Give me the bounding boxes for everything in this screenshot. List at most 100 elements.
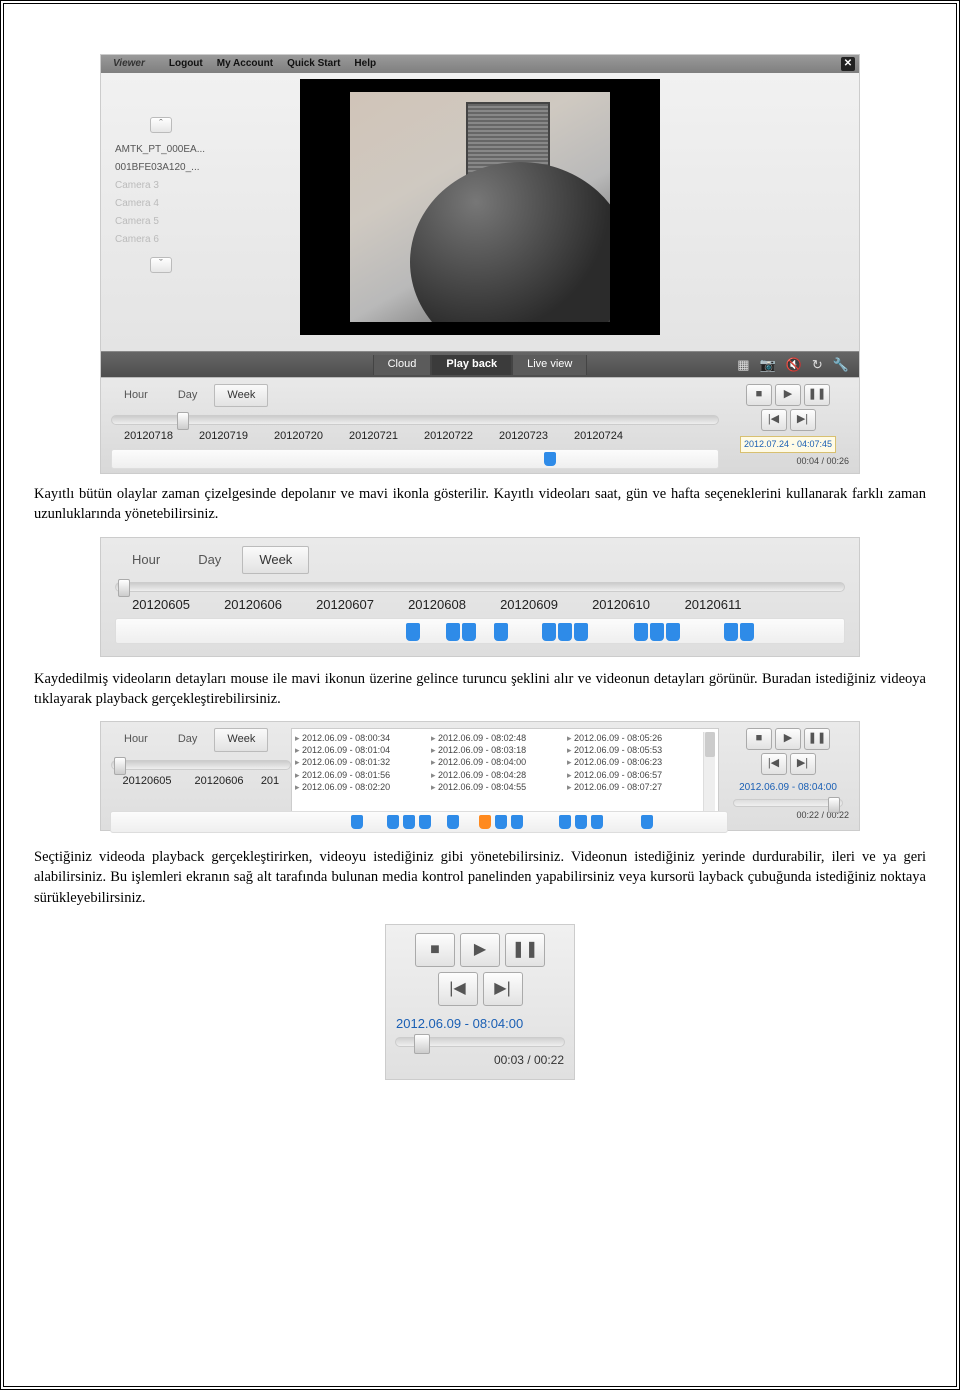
- clip-item[interactable]: 2012.06.09 - 08:02:20: [295, 781, 431, 793]
- next-button[interactable]: ▶|: [790, 753, 816, 775]
- event-marker-icon[interactable]: [542, 623, 556, 641]
- event-marker-icon[interactable]: [403, 815, 415, 829]
- close-icon[interactable]: ✕: [841, 57, 855, 71]
- event-marker-icon[interactable]: [740, 623, 754, 641]
- timeline-range-slider[interactable]: [111, 415, 719, 425]
- clip-item[interactable]: 2012.06.09 - 08:02:48: [431, 732, 567, 744]
- body-text: Seçtiğiniz videoda playback gerçekleştir…: [34, 847, 926, 908]
- event-marker-icon[interactable]: [559, 815, 571, 829]
- date-label: 201: [255, 774, 285, 789]
- event-marker-icon[interactable]: [447, 815, 459, 829]
- event-marker-icon[interactable]: [558, 623, 572, 641]
- play-button[interactable]: ▶: [775, 384, 801, 406]
- event-marker-icon[interactable]: [724, 623, 738, 641]
- next-button[interactable]: ▶|: [790, 409, 816, 431]
- event-track[interactable]: [110, 811, 728, 833]
- camera-item[interactable]: AMTK_PT_000EA...: [111, 141, 211, 159]
- tab-week[interactable]: Week: [214, 384, 268, 407]
- tab-day[interactable]: Day: [165, 384, 211, 407]
- clip-item[interactable]: 2012.06.09 - 08:00:34: [295, 732, 431, 744]
- tab-day[interactable]: Day: [165, 728, 211, 751]
- nav-quickstart[interactable]: Quick Start: [287, 57, 340, 71]
- refresh-icon[interactable]: ↻: [812, 356, 823, 374]
- grid-icon[interactable]: ▦: [737, 356, 749, 374]
- next-button[interactable]: ▶|: [483, 972, 523, 1006]
- slider-thumb-icon[interactable]: [177, 412, 189, 430]
- pause-button[interactable]: ❚❚: [804, 384, 830, 406]
- pause-button[interactable]: ❚❚: [505, 933, 545, 967]
- prev-button[interactable]: |◀: [438, 972, 478, 1006]
- event-marker-icon[interactable]: [575, 815, 587, 829]
- event-marker-icon[interactable]: [641, 815, 653, 829]
- clip-item[interactable]: 2012.06.09 - 08:01:04: [295, 744, 431, 756]
- clip-item[interactable]: 2012.06.09 - 08:06:57: [567, 769, 703, 781]
- event-marker-icon[interactable]: [494, 623, 508, 641]
- prev-button[interactable]: |◀: [761, 409, 787, 431]
- tab-week[interactable]: Week: [214, 728, 268, 751]
- clip-item[interactable]: 2012.06.09 - 08:04:55: [431, 781, 567, 793]
- tab-hour[interactable]: Hour: [111, 384, 161, 407]
- progress-slider[interactable]: [395, 1037, 565, 1047]
- event-marker-active-icon[interactable]: [479, 815, 491, 829]
- clip-time-label: 2012.07.24 - 04:07:45: [740, 436, 836, 453]
- event-marker-icon[interactable]: [544, 452, 556, 466]
- clip-item[interactable]: 2012.06.09 - 08:07:27: [567, 781, 703, 793]
- event-marker-icon[interactable]: [666, 623, 680, 641]
- nav-logout[interactable]: Logout: [169, 57, 203, 71]
- settings-icon[interactable]: 🔧: [833, 356, 849, 374]
- progress-slider[interactable]: [733, 799, 843, 807]
- nav-myaccount[interactable]: My Account: [217, 57, 273, 71]
- camera-icon[interactable]: 📷: [760, 356, 776, 374]
- tab-hour[interactable]: Hour: [115, 546, 177, 574]
- mode-cloud-button[interactable]: Cloud: [373, 355, 432, 375]
- clip-item[interactable]: 2012.06.09 - 08:05:26: [567, 732, 703, 744]
- stop-button[interactable]: ■: [746, 728, 772, 750]
- event-marker-icon[interactable]: [406, 623, 420, 641]
- tab-day[interactable]: Day: [181, 546, 238, 574]
- tab-hour[interactable]: Hour: [111, 728, 161, 751]
- clip-item[interactable]: 2012.06.09 - 08:01:56: [295, 769, 431, 781]
- event-marker-icon[interactable]: [511, 815, 523, 829]
- scroll-up-icon[interactable]: ˆ: [150, 117, 172, 133]
- scrollbar[interactable]: [703, 732, 715, 820]
- clip-item[interactable]: 2012.06.09 - 08:06:23: [567, 756, 703, 768]
- brand-logo: Viewer: [113, 57, 145, 71]
- event-marker-icon[interactable]: [446, 623, 460, 641]
- play-button[interactable]: ▶: [775, 728, 801, 750]
- pause-button[interactable]: ❚❚: [804, 728, 830, 750]
- event-marker-icon[interactable]: [634, 623, 648, 641]
- clip-item[interactable]: 2012.06.09 - 08:01:32: [295, 756, 431, 768]
- nav-help[interactable]: Help: [354, 57, 376, 71]
- slider-thumb-icon[interactable]: [118, 579, 130, 597]
- mode-liveview-button[interactable]: Live view: [512, 355, 587, 375]
- camera-item[interactable]: 001BFE03A120_...: [111, 159, 211, 177]
- event-marker-icon[interactable]: [591, 815, 603, 829]
- clip-item[interactable]: 2012.06.09 - 08:03:18: [431, 744, 567, 756]
- clip-item[interactable]: 2012.06.09 - 08:04:28: [431, 769, 567, 781]
- event-marker-icon[interactable]: [574, 623, 588, 641]
- prev-button[interactable]: |◀: [761, 753, 787, 775]
- event-marker-icon[interactable]: [462, 623, 476, 641]
- event-marker-icon[interactable]: [650, 623, 664, 641]
- clip-item[interactable]: 2012.06.09 - 08:04:00: [431, 756, 567, 768]
- event-track[interactable]: [115, 618, 845, 644]
- mode-playback-button[interactable]: Play back: [431, 355, 512, 375]
- scroll-down-icon[interactable]: ˇ: [150, 257, 172, 273]
- play-button[interactable]: ▶: [460, 933, 500, 967]
- video-player[interactable]: [300, 79, 660, 335]
- event-marker-icon[interactable]: [387, 815, 399, 829]
- event-marker-icon[interactable]: [495, 815, 507, 829]
- tab-week[interactable]: Week: [242, 546, 309, 574]
- clip-item[interactable]: 2012.06.09 - 08:05:53: [567, 744, 703, 756]
- event-track[interactable]: [111, 449, 719, 469]
- stop-button[interactable]: ■: [746, 384, 772, 406]
- event-marker-icon[interactable]: [419, 815, 431, 829]
- event-marker-icon[interactable]: [351, 815, 363, 829]
- camera-item-disabled: Camera 4: [111, 195, 211, 213]
- date-label: 20120610: [575, 596, 667, 614]
- timeline-range-slider[interactable]: [115, 582, 845, 592]
- stop-button[interactable]: ■: [415, 933, 455, 967]
- slider-thumb-icon[interactable]: [114, 757, 126, 775]
- mute-icon[interactable]: 🔇: [786, 356, 802, 374]
- timeline-range-slider[interactable]: [111, 760, 291, 770]
